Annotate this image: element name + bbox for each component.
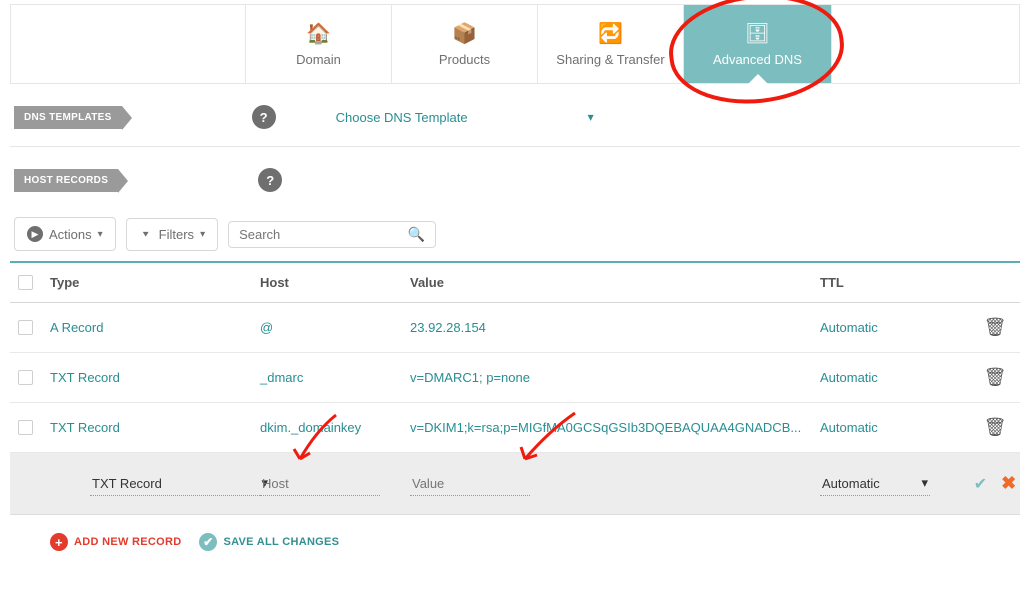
tabs-bar: 🏠 Domain 📦 Products 🔁 Sharing & Transfer…: [10, 4, 1020, 84]
tab-domain[interactable]: 🏠 Domain: [246, 5, 392, 83]
filters-label: Filters: [159, 227, 194, 242]
tab-advanced-dns[interactable]: 🗄 Advanced DNS: [684, 5, 832, 83]
cell-ttl[interactable]: Automatic: [820, 420, 970, 435]
home-icon: 🏠: [306, 21, 331, 46]
table-row: TXT Record _dmarc v=DMARC1; p=none Autom…: [10, 353, 1020, 403]
cell-type[interactable]: A Record: [50, 320, 260, 335]
col-host: Host: [260, 275, 410, 290]
dns-icon: 🗄: [745, 21, 770, 46]
cell-ttl[interactable]: Automatic: [820, 320, 970, 335]
help-icon[interactable]: ?: [258, 168, 282, 192]
add-new-record-button[interactable]: + ADD NEW RECORD: [50, 533, 181, 551]
cell-value[interactable]: v=DMARC1; p=none: [410, 370, 820, 385]
row-checkbox[interactable]: [18, 420, 33, 435]
table-row: TXT Record dkim._domainkey v=DKIM1;k=rsa…: [10, 403, 1020, 453]
cell-type[interactable]: TXT Record: [50, 370, 260, 385]
chevron-down-icon: ▾: [98, 229, 103, 240]
col-type: Type: [50, 275, 260, 290]
col-value: Value: [410, 275, 820, 290]
host-records-tag: HOST RECORDS: [14, 169, 118, 192]
footer-actions: + ADD NEW RECORD ✔ SAVE ALL CHANGES: [50, 533, 1020, 551]
search-box[interactable]: 🔍: [228, 221, 436, 248]
cell-ttl[interactable]: Automatic: [820, 370, 970, 385]
tab-label: Sharing & Transfer: [556, 52, 664, 67]
value-input[interactable]: [410, 472, 530, 496]
tab-label: Products: [439, 52, 490, 67]
dns-templates-tag: DNS TEMPLATES: [14, 106, 122, 129]
row-checkbox[interactable]: [18, 370, 33, 385]
host-records-row: HOST RECORDS ?: [14, 165, 1020, 195]
filters-dropdown[interactable]: Filters ▾: [126, 218, 218, 251]
share-icon: 🔁: [598, 21, 623, 46]
save-all-changes-label: SAVE ALL CHANGES: [223, 536, 339, 548]
search-icon[interactable]: 🔍: [408, 226, 425, 243]
record-type-select[interactable]: TXT Record ▾: [90, 471, 270, 496]
delete-row-icon[interactable]: [970, 417, 1020, 438]
chevron-down-icon: ▾: [921, 475, 928, 491]
save-all-changes-button[interactable]: ✔ SAVE ALL CHANGES: [199, 533, 339, 551]
delete-row-icon[interactable]: [970, 367, 1020, 388]
cell-host[interactable]: @: [260, 320, 410, 335]
check-icon: ✔: [199, 533, 217, 551]
add-new-record-label: ADD NEW RECORD: [74, 536, 181, 548]
separator: [10, 146, 1020, 147]
cell-host[interactable]: _dmarc: [260, 370, 410, 385]
filter-icon: [139, 229, 153, 240]
col-ttl: TTL: [820, 275, 970, 290]
confirm-icon[interactable]: ✔: [974, 474, 987, 494]
play-icon: [27, 226, 43, 242]
ttl-select[interactable]: Automatic ▾: [820, 471, 930, 496]
host-records-table: Type Host Value TTL A Record @ 23.92.28.…: [10, 261, 1020, 515]
cell-value[interactable]: v=DKIM1;k=rsa;p=MIGfMA0GCSqGSIb3DQEBAQUA…: [410, 420, 820, 435]
tabs-spacer: [11, 5, 246, 83]
tab-products[interactable]: 📦 Products: [392, 5, 538, 83]
cell-host[interactable]: dkim._domainkey: [260, 420, 410, 435]
chevron-down-icon: ▾: [200, 229, 205, 240]
actions-label: Actions: [49, 227, 92, 242]
select-all-checkbox[interactable]: [18, 275, 33, 290]
cell-type[interactable]: TXT Record: [50, 420, 260, 435]
dns-templates-row: DNS TEMPLATES ? Choose DNS Template ▾: [14, 102, 1020, 132]
delete-row-icon[interactable]: [970, 317, 1020, 338]
search-input[interactable]: [239, 227, 379, 242]
cell-value[interactable]: 23.92.28.154: [410, 320, 820, 335]
ttl-selected: Automatic: [822, 476, 880, 491]
tab-label: Advanced DNS: [713, 52, 802, 67]
new-record-row: TXT Record ▾ Automatic ▾ ✔ ✖: [10, 453, 1020, 515]
tab-sharing-transfer[interactable]: 🔁 Sharing & Transfer: [538, 5, 684, 83]
actions-dropdown[interactable]: Actions ▾: [14, 217, 116, 251]
record-type-selected: TXT Record: [92, 476, 162, 491]
records-toolbar: Actions ▾ Filters ▾ 🔍: [14, 217, 1020, 251]
row-checkbox[interactable]: [18, 320, 33, 335]
tabs-rest: [832, 5, 1019, 83]
box-icon: 📦: [452, 21, 477, 46]
chevron-down-icon: ▾: [588, 110, 594, 124]
help-icon[interactable]: ?: [252, 105, 276, 129]
tab-label: Domain: [296, 52, 341, 67]
choose-dns-template-dropdown[interactable]: Choose DNS Template ▾: [296, 110, 594, 125]
host-input[interactable]: [260, 472, 380, 496]
choose-dns-template-label: Choose DNS Template: [336, 110, 468, 125]
table-row: A Record @ 23.92.28.154 Automatic: [10, 303, 1020, 353]
cancel-icon[interactable]: ✖: [1001, 473, 1016, 494]
table-header-row: Type Host Value TTL: [10, 261, 1020, 303]
plus-icon: +: [50, 533, 68, 551]
